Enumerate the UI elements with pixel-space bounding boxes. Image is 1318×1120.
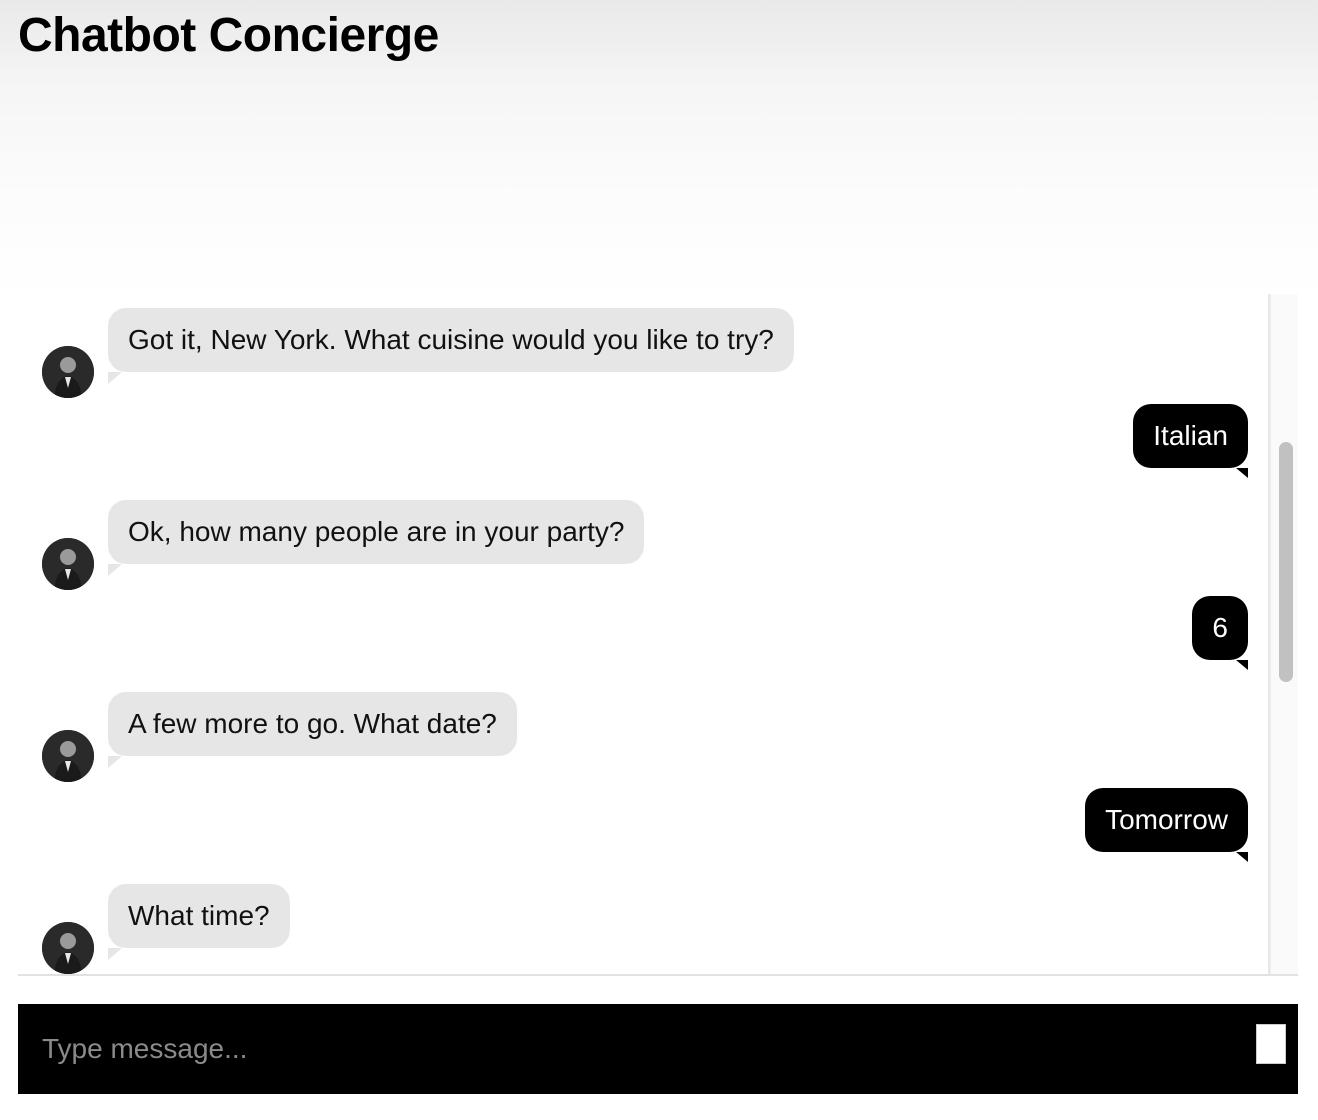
bot-message-bubble: A few more to go. What date? [108,692,517,768]
user-message-row: 6 [18,596,1270,692]
chat-messages-panel[interactable]: Got it, New York. What cuisine would you… [18,294,1298,976]
bot-message-row: A few more to go. What date? [18,692,1270,788]
user-message-bubble: 6 [1192,596,1248,670]
message-input[interactable] [18,1004,1218,1094]
bot-message-bubble: Got it, New York. What cuisine would you… [108,308,794,384]
bot-message-bubble: What time? [108,884,290,960]
bot-message-bubble: Ok, how many people are in your party? [108,500,645,576]
user-message-row: Italian [18,404,1270,500]
chat-page: Chatbot Concierge Got it, New York. What… [0,0,1318,1120]
send-button[interactable] [1256,1024,1286,1064]
bot-message-row: Got it, New York. What cuisine would you… [18,308,1270,404]
scrollbar-thumb[interactable] [1279,442,1293,682]
bot-avatar-icon [42,730,94,782]
user-message-bubble: Tomorrow [1085,788,1248,862]
bot-avatar-icon [42,538,94,590]
bot-avatar-icon [42,346,94,398]
message-composer [18,1004,1298,1094]
user-message-bubble: Italian [1133,404,1248,478]
bot-message-row: Ok, how many people are in your party? [18,500,1270,596]
user-message-row: Tomorrow [18,788,1270,884]
chat-scrollbar[interactable] [1270,294,1298,974]
bot-avatar-icon [42,922,94,974]
page-title: Chatbot Concierge [18,9,439,62]
bot-message-row: What time? [18,884,1270,974]
